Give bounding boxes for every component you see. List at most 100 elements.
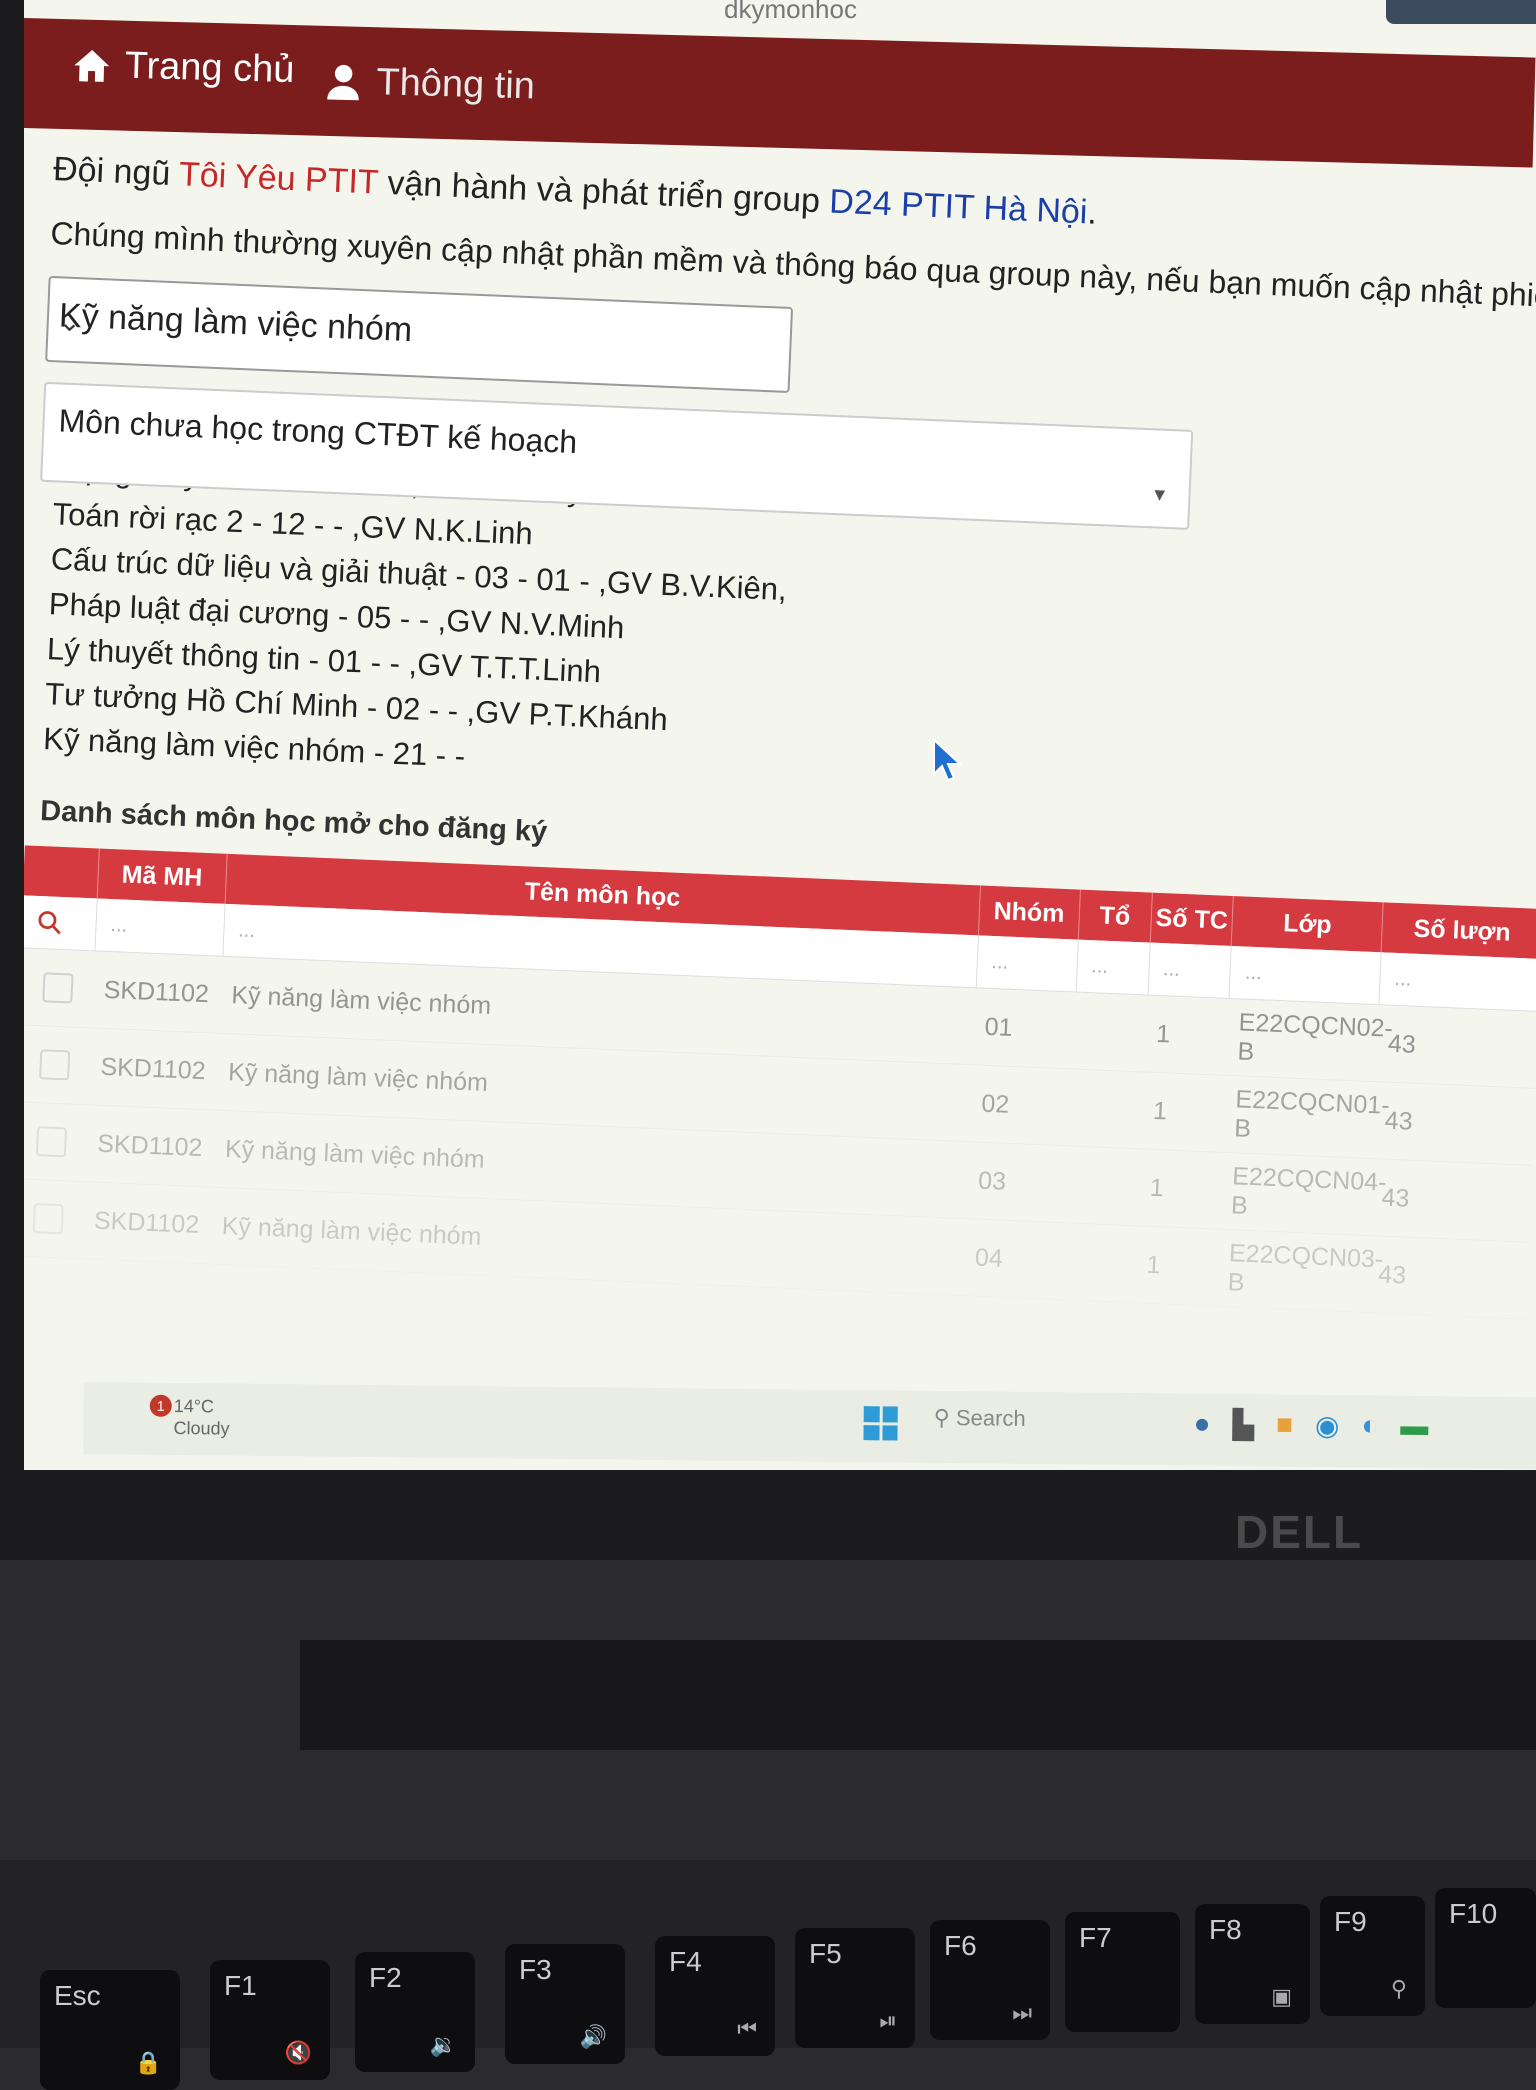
cell-team (1070, 1069, 1145, 1148)
key-f8-label: F8 (1209, 1914, 1242, 1945)
filter-class[interactable]: ... (1229, 946, 1382, 1005)
filter-group[interactable]: ... (976, 935, 1079, 992)
previous-track-icon: ⏮ (737, 2016, 757, 2041)
team-name[interactable]: Tôi Yêu PTIT (178, 155, 378, 201)
key-f6[interactable]: F6 ⏭ (930, 1920, 1050, 2040)
header-select (24, 845, 100, 899)
key-f3[interactable]: F3 🔊 (505, 1944, 625, 2064)
mute-icon: 🔇 (284, 2040, 312, 2065)
cell-credits: 1 (1146, 1250, 1162, 1279)
row-select-cell (24, 1102, 89, 1181)
taskbar-search-label: Search (955, 1405, 1026, 1431)
cell-code: SKD1102 (103, 975, 210, 1008)
cell-team (1066, 1146, 1141, 1225)
row-checkbox[interactable] (32, 1203, 64, 1235)
key-f2-label: F2 (369, 1962, 402, 1993)
header-code[interactable]: Mã MH (97, 848, 228, 904)
weather-widget[interactable]: 14°C Cloudy (173, 1395, 229, 1440)
taskbar-search[interactable]: ⚲ Search (934, 1405, 1026, 1432)
key-f7[interactable]: F7 (1065, 1912, 1180, 2032)
cell-group: 01 (984, 1012, 1014, 1042)
keyboard: Esc 🔒 F1 🔇 F2 🔉 F3 🔊 F4 ⏮ F5 ⏯ F6 ⏭ F7 F8 ▣ F9 ⚲ … (0, 1860, 1536, 2090)
row-checkbox[interactable] (39, 1049, 71, 1081)
key-f3-label: F3 (519, 1954, 552, 1985)
main-content: Đội ngũ Tôi Yêu PTIT vận hành và phát tr… (24, 150, 1536, 1323)
cell-class: E22CQCN02-B (1236, 1008, 1394, 1067)
key-f9[interactable]: F9 ⚲ (1320, 1896, 1425, 2016)
taskbar: 1 14°C Cloudy ⚲ Search ● ▙ ■ ◉ ◐ ▬ (83, 1382, 1536, 1470)
key-f5[interactable]: F5 ⏯ (795, 1928, 915, 2048)
home-icon (74, 49, 110, 82)
key-f6-label: F6 (944, 1930, 977, 1961)
key-f1[interactable]: F1 🔇 (210, 1960, 330, 2080)
cell-quantity: 43 (1377, 1259, 1407, 1290)
nav-home[interactable]: Trang chủ (70, 43, 295, 92)
row-select-cell (24, 1179, 86, 1258)
edge-icon[interactable]: ◉ (1315, 1409, 1340, 1442)
cell-code: SKD1102 (96, 1129, 204, 1162)
cell-team (1073, 993, 1148, 1072)
key-esc[interactable]: Esc 🔒 (40, 1970, 180, 2090)
header-team[interactable]: Tổ (1078, 889, 1153, 943)
cell-credits: 1 (1149, 1173, 1165, 1202)
cell-group: 04 (974, 1243, 1004, 1273)
cell-credits: 1 (1152, 1096, 1168, 1125)
store-icon[interactable]: ◐ (1361, 1409, 1378, 1442)
cell-team (1063, 1223, 1138, 1302)
row-checkbox[interactable] (35, 1126, 68, 1158)
volume-down-icon: 🔉 (429, 2032, 457, 2057)
search-icon (38, 911, 61, 935)
row-select-cell (24, 948, 95, 1027)
filter-team[interactable]: ... (1076, 939, 1151, 995)
header-group[interactable]: Nhóm (978, 885, 1081, 940)
filter-credits[interactable]: ... (1148, 942, 1233, 998)
caret-down-icon: ▼ (1150, 484, 1169, 505)
weather-badge: 1 (149, 1394, 172, 1417)
key-f2[interactable]: F2 🔉 (355, 1952, 475, 2072)
chevron-down-icon: ⌄ (58, 306, 82, 338)
mouse-cursor-icon (933, 738, 963, 782)
cell-class: E22CQCN01-B (1233, 1085, 1391, 1143)
window-title: dkymonhoc (724, 0, 857, 24)
course-select[interactable]: Kỹ năng làm việc nhóm ⌄ (45, 275, 794, 394)
key-f10-label: F10 (1449, 1898, 1498, 1929)
header-credits[interactable]: Số TC (1150, 892, 1235, 947)
taskbar-apps: ● ▙ ■ ◉ ◐ ▬ (1193, 1408, 1428, 1443)
windows-start-icon[interactable] (863, 1406, 898, 1441)
nav-info[interactable]: Thông tin (322, 60, 535, 109)
key-f4[interactable]: F4 ⏮ (655, 1936, 775, 2056)
row-checkbox[interactable] (42, 972, 74, 1004)
row-select-cell (24, 1025, 92, 1104)
cell-quantity: 43 (1380, 1183, 1410, 1213)
window-tab[interactable] (1386, 0, 1536, 24)
next-track-icon: ⏭ (1012, 2000, 1032, 2025)
cell-code: SKD1102 (99, 1052, 207, 1085)
key-f8[interactable]: F8 ▣ (1195, 1904, 1310, 2024)
intro-prefix: Đội ngũ (52, 150, 180, 194)
group-link[interactable]: D24 PTIT Hà Nội (829, 183, 1089, 232)
cell-group: 03 (977, 1166, 1007, 1196)
play-pause-icon: ⏯ (879, 2008, 897, 2033)
cell-quantity: 43 (1387, 1029, 1417, 1059)
cell-credits: 1 (1155, 1019, 1171, 1049)
display-icon: ▣ (1271, 1984, 1292, 2009)
explorer-icon[interactable]: ▙ (1232, 1408, 1254, 1441)
filter-search-icon (24, 895, 98, 951)
intro-suffix: . (1086, 193, 1098, 232)
key-f10[interactable]: F10 (1435, 1888, 1536, 2008)
laptop-hinge (300, 1640, 1536, 1750)
widgets-icon[interactable]: ● (1193, 1408, 1210, 1441)
header-quantity[interactable]: Số lượn (1381, 902, 1536, 959)
app-icon[interactable]: ▬ (1400, 1410, 1428, 1443)
filter-code[interactable]: ... (95, 898, 226, 956)
cell-group: 02 (980, 1089, 1010, 1119)
volume-up-icon: 🔊 (579, 2024, 607, 2049)
header-class[interactable]: Lớp (1232, 896, 1384, 953)
cell-class: E22CQCN04-B (1230, 1162, 1387, 1220)
cell-quantity: 43 (1384, 1106, 1414, 1136)
top-navbar: Trang chủ Thông tin (24, 18, 1536, 168)
laptop-bezel: dkymonhoc Trang chủ Thông tin Đội ngũ Tô… (0, 0, 1536, 1560)
key-f9-label: F9 (1334, 1906, 1367, 1937)
office-icon[interactable]: ■ (1276, 1408, 1293, 1441)
filter-quantity[interactable]: ... (1379, 952, 1536, 1011)
